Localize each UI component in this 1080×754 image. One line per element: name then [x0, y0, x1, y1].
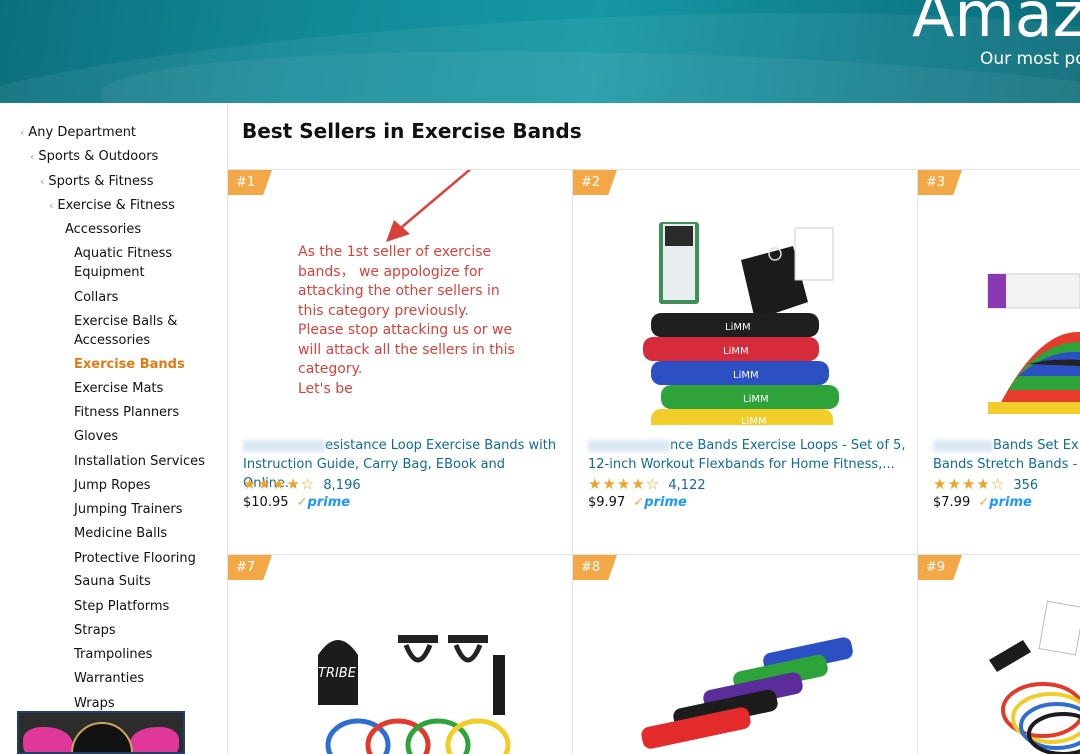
sidebar-item-protective-flooring[interactable]: Protective Flooring	[74, 549, 196, 568]
sidebar-item-exercise-fitness[interactable]: ‹ Exercise & Fitness	[49, 196, 175, 215]
star-rating-icon: ★★★★☆	[933, 475, 1006, 493]
pull-up-bands-image	[641, 637, 853, 749]
sidebar-item-fitness-planners[interactable]: Fitness Planners	[74, 403, 179, 422]
blurred-brand	[243, 439, 325, 452]
tube-set-image	[989, 600, 1080, 754]
blurred-brand	[588, 439, 670, 452]
sidebar-item-straps[interactable]: Straps	[74, 621, 116, 640]
blurred-brand	[933, 439, 993, 452]
svg-text:LiMM: LiMM	[743, 394, 769, 405]
page-banner: Amaz Our most pop	[0, 0, 1080, 103]
rank-badge: #2	[573, 170, 617, 195]
svg-text:LiMM: LiMM	[723, 346, 749, 357]
rank-badge: #8	[573, 555, 617, 580]
review-count[interactable]: 356	[1013, 478, 1038, 493]
sidebar-item-exercise-balls[interactable]: Exercise Balls &	[74, 312, 177, 331]
rating-row[interactable]: ★★★★☆ 356	[933, 475, 1038, 493]
svg-text:LiMM: LiMM	[741, 416, 767, 425]
category-sidebar: ‹ Any Department ‹ Sports & Outdoors ‹ Spor…	[0, 103, 228, 754]
sidebar-item-sports-fitness[interactable]: ‹ Sports & Fitness	[40, 172, 154, 191]
sidebar-item-aquatic-fitness-cont[interactable]: Equipment	[74, 263, 145, 282]
svg-text:LiMM: LiMM	[725, 322, 751, 333]
chevron-left-icon: ‹	[30, 150, 35, 163]
sidebar-item-accessories: Accessories	[65, 222, 142, 237]
sidebar-item-aquatic-fitness[interactable]: Aquatic Fitness	[74, 244, 172, 263]
rating-row[interactable]: ★★★★☆ 8,196	[243, 475, 361, 493]
page-title: Best Sellers in Exercise Bands	[242, 119, 582, 143]
review-count[interactable]: 4,122	[668, 478, 705, 493]
tube-bands-image: TRIBE	[318, 635, 511, 754]
sidebar-item-sports-outdoors[interactable]: ‹ Sports & Outdoors	[30, 147, 158, 166]
banner-subtitle: Our most pop	[980, 49, 1080, 69]
product-title-link[interactable]: nce Bands Exercise Loops - Set of 5, 12-…	[588, 436, 908, 474]
sidebar-item-gloves[interactable]: Gloves	[74, 427, 118, 446]
sidebar-item-collars[interactable]: Collars	[74, 288, 118, 307]
sidebar-item-trampolines[interactable]: Trampolines	[74, 645, 152, 664]
logo-disc	[71, 722, 133, 752]
sidebar-item-any-department[interactable]: ‹ Any Department	[20, 123, 136, 142]
chevron-left-icon: ‹	[49, 199, 54, 212]
price-row: $7.99 ✓prime	[933, 495, 1032, 510]
chevron-left-icon: ‹	[20, 126, 25, 139]
sidebar-item-exercise-mats[interactable]: Exercise Mats	[74, 379, 163, 398]
product-card-2[interactable]: #2 LiMM LiMM LiMM LiMM LiMM nce Bands Ex…	[573, 170, 918, 555]
rank-badge: #9	[918, 555, 962, 580]
prime-badge-icon: ✓prime	[978, 495, 1032, 510]
product-card-8[interactable]: #8	[573, 555, 918, 754]
main-content: Best Sellers in Exercise Bands #1 As the…	[228, 103, 1080, 754]
star-rating-icon: ★★★★☆	[243, 475, 316, 493]
product-card-9[interactable]: #9	[918, 555, 1080, 754]
rank-badge: #7	[228, 555, 272, 580]
rank-badge: #3	[918, 170, 962, 195]
product-title-link[interactable]: Bands Set Ex Bands Stretch Bands - L	[933, 436, 1080, 474]
resistance-bands-image: LiMM LiMM LiMM LiMM LiMM	[643, 222, 839, 425]
product-card-3[interactable]: #3 Bands Set Ex Bands Stretch Bands - L …	[918, 170, 1080, 555]
sidebar-item-exercise-balls-cont[interactable]: Accessories	[74, 331, 150, 350]
sidebar-item-warranties[interactable]: Warranties	[74, 669, 144, 688]
svg-text:LiMM: LiMM	[733, 370, 759, 381]
banner-title: Amaz	[912, 0, 1080, 51]
prime-badge-icon: ✓prime	[296, 495, 351, 510]
sidebar-item-step-platforms[interactable]: Step Platforms	[74, 597, 169, 616]
prime-badge-icon: ✓prime	[633, 495, 687, 510]
price-row: $10.95 ✓prime	[243, 495, 350, 510]
price: $7.99	[933, 495, 971, 510]
price: $10.95	[243, 495, 289, 510]
product-card-1[interactable]: #1 As the 1st seller of exercise bands， …	[228, 170, 573, 555]
seller-apology-note: As the 1st seller of exercise bands， we …	[298, 244, 515, 397]
ribbon-bow-shape	[129, 727, 179, 752]
sidebar-item-exercise-bands[interactable]: Exercise Bands	[74, 355, 185, 374]
bands-fan-image	[987, 273, 1080, 414]
sidebar-item-jump-ropes[interactable]: Jump Ropes	[74, 476, 151, 495]
sidebar-item-sauna-suits[interactable]: Sauna Suits	[74, 572, 151, 591]
rating-row[interactable]: ★★★★☆ 4,122	[588, 475, 706, 493]
star-rating-icon: ★★★★☆	[588, 475, 661, 493]
product-card-7[interactable]: #7 TRIBE	[228, 555, 573, 754]
ribbon-bow-shape	[23, 727, 73, 752]
svg-text:TRIBE: TRIBE	[318, 666, 357, 681]
review-count[interactable]: 8,196	[323, 478, 360, 493]
promo-thumbnail[interactable]	[17, 711, 185, 754]
sidebar-item-jumping-trainers[interactable]: Jumping Trainers	[74, 500, 183, 519]
price-row: $9.97 ✓prime	[588, 495, 687, 510]
rank-badge: #1	[228, 170, 272, 195]
price: $9.97	[588, 495, 626, 510]
sidebar-item-medicine-balls[interactable]: Medicine Balls	[74, 524, 167, 543]
sidebar-item-installation-services[interactable]: Installation Services	[74, 452, 205, 471]
chevron-left-icon: ‹	[40, 175, 45, 188]
